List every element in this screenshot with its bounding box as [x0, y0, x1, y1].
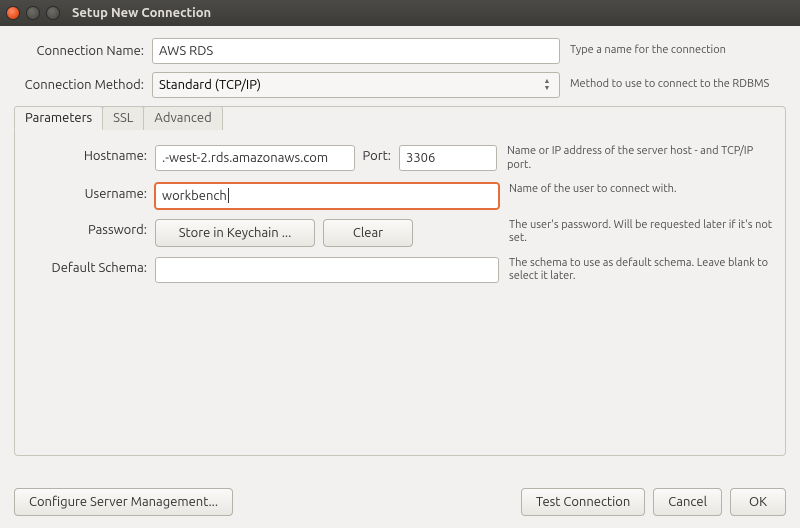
- minimize-icon[interactable]: [26, 6, 40, 20]
- spinner-icon: ▲▼: [541, 78, 553, 92]
- default-schema-input[interactable]: [155, 257, 499, 283]
- password-label: Password:: [27, 219, 155, 237]
- ok-button[interactable]: OK: [730, 488, 786, 516]
- clear-password-button[interactable]: Clear: [323, 219, 413, 247]
- tab-ssl[interactable]: SSL: [102, 106, 144, 130]
- username-input[interactable]: workbench: [155, 183, 499, 209]
- default-schema-help: The schema to use as default schema. Lea…: [509, 257, 773, 285]
- password-help: The user's password. Will be requested l…: [509, 219, 773, 247]
- tabs-container: Parameters SSL Advanced Hostname: Port: …: [14, 106, 786, 456]
- cancel-button[interactable]: Cancel: [653, 488, 722, 516]
- username-help: Name of the user to connect with.: [509, 183, 773, 197]
- titlebar: Setup New Connection: [0, 0, 800, 26]
- text-caret-icon: [228, 188, 229, 203]
- hostname-label: Hostname:: [27, 145, 155, 163]
- window-title: Setup New Connection: [72, 6, 211, 20]
- tab-body: Hostname: Port: Name or IP address of th…: [15, 107, 785, 306]
- connection-method-help: Method to use to connect to the RDBMS: [570, 78, 786, 92]
- username-value: workbench: [162, 189, 227, 203]
- port-label: Port:: [355, 145, 399, 163]
- default-schema-label: Default Schema:: [27, 257, 155, 275]
- close-icon[interactable]: [6, 6, 20, 20]
- hostname-input[interactable]: [155, 145, 355, 171]
- port-input[interactable]: [399, 145, 497, 171]
- maximize-icon[interactable]: [46, 6, 60, 20]
- tab-parameters[interactable]: Parameters: [14, 106, 103, 130]
- connection-name-input[interactable]: [152, 38, 560, 64]
- configure-server-management-button[interactable]: Configure Server Management...: [14, 488, 233, 516]
- username-label: Username:: [27, 183, 155, 201]
- connection-name-help: Type a name for the connection: [570, 44, 786, 58]
- connection-method-label: Connection Method:: [14, 78, 152, 92]
- test-connection-button[interactable]: Test Connection: [521, 488, 645, 516]
- tab-advanced[interactable]: Advanced: [143, 106, 222, 130]
- hostname-help: Name or IP address of the server host - …: [507, 145, 773, 173]
- connection-method-select[interactable]: Standard (TCP/IP) ▲▼: [152, 72, 560, 98]
- store-in-keychain-button[interactable]: Store in Keychain ...: [155, 219, 315, 247]
- connection-name-label: Connection Name:: [14, 44, 152, 58]
- connection-method-value: Standard (TCP/IP): [159, 78, 261, 92]
